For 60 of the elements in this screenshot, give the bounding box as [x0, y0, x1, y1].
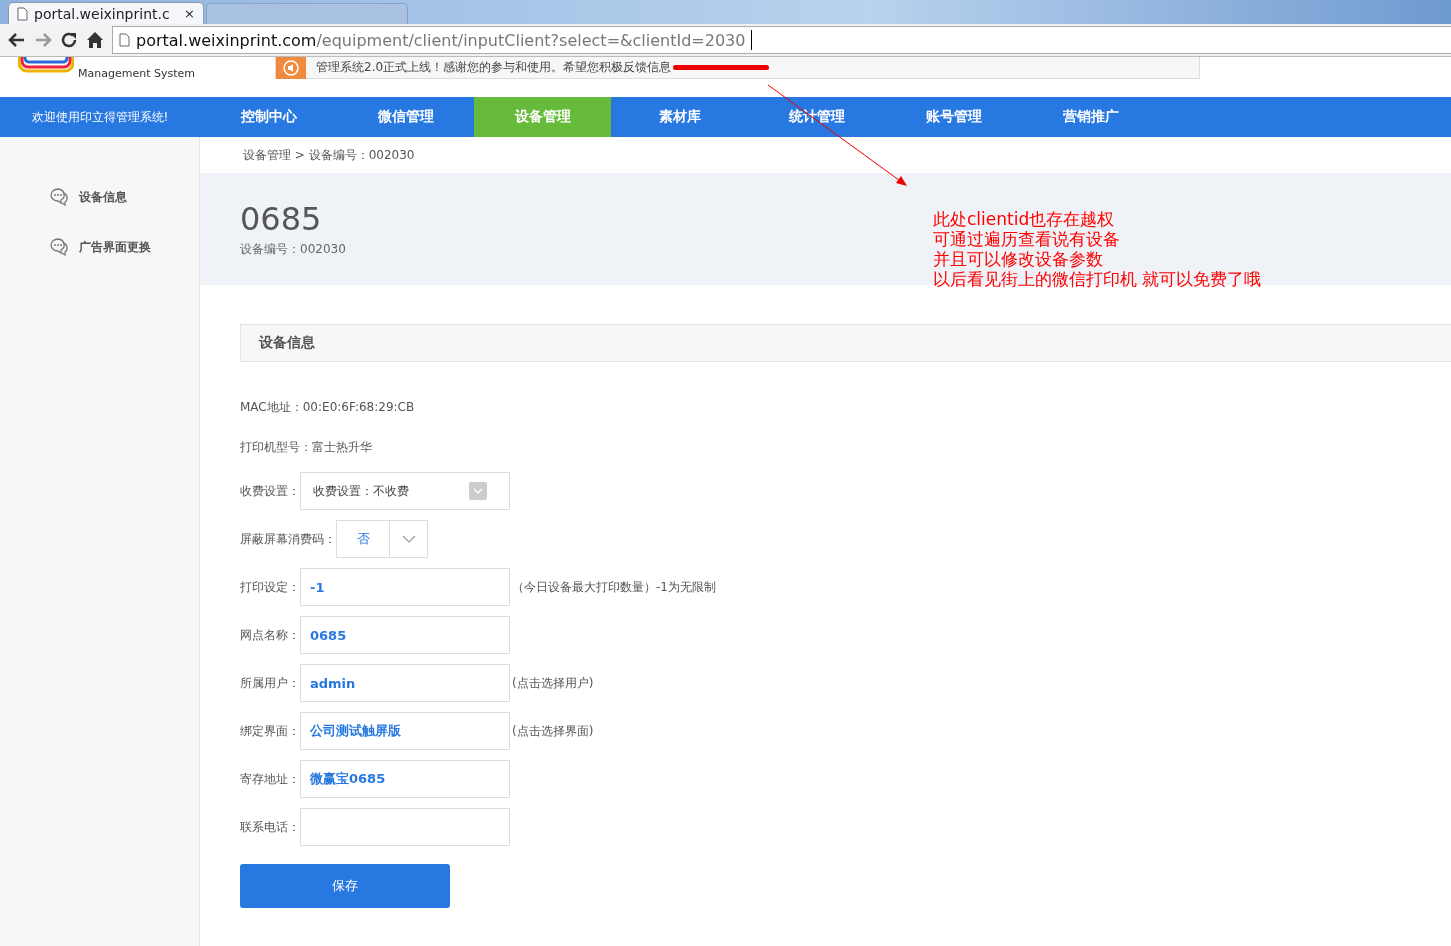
device-code: 设备编号：002030: [240, 240, 346, 258]
nav-tab[interactable]: 设备管理: [474, 97, 611, 137]
input-field[interactable]: -1: [300, 568, 510, 606]
save-button[interactable]: 保存: [240, 864, 450, 908]
field-label: 收费设置：: [240, 482, 300, 500]
logo-subtitle: Management System: [78, 67, 195, 80]
sidebar-item[interactable]: 设备信息: [0, 187, 199, 207]
speaker-icon: [283, 59, 299, 76]
input-field[interactable]: admin: [300, 664, 510, 702]
field-label: 网点名称：: [240, 626, 300, 644]
chat-icon: [49, 237, 69, 257]
home-icon[interactable]: [86, 31, 104, 49]
notice-text: 管理系统2.0正式上线！感谢您的参与和使用。希望您积极反馈信息: [316, 59, 672, 76]
field-label: 打印机型号：: [240, 438, 312, 456]
breadcrumb: 设备管理 > 设备编号：002030: [242, 146, 416, 164]
field-label: 打印设定：: [240, 578, 300, 596]
field-hint: (点击选择用户): [512, 674, 594, 692]
field-label: 寄存地址：: [240, 770, 300, 788]
url-text: portal.weixinprint.com/equipment/client/inputClient?select=&clientId=2030: [136, 30, 746, 50]
nav-tab[interactable]: 素材库: [611, 97, 748, 137]
nav-tab[interactable]: 账号管理: [885, 97, 1022, 137]
input-field[interactable]: 公司测试触屏版: [300, 712, 510, 750]
sidebar-item[interactable]: 广告界面更换: [0, 237, 199, 257]
field-hint: (点击选择界面): [512, 722, 594, 740]
input-field[interactable]: 0685: [300, 616, 510, 654]
page-icon: [17, 6, 28, 21]
input-field[interactable]: [300, 808, 510, 846]
tab-title: portal.weixinprint.c: [34, 5, 171, 22]
annotation-text: 以后看见街上的微信打印机 就可以免费了哦: [933, 269, 1262, 289]
field-hint: （今日设备最大打印数量）-1为无限制: [512, 578, 716, 596]
logo-icon: [18, 57, 74, 75]
browser-tab[interactable]: portal.weixinprint.c ×: [8, 2, 204, 24]
address-bar[interactable]: portal.weixinprint.com/equipment/client/inputClient?select=&clientId=2030: [112, 26, 1451, 54]
forward-icon[interactable]: [34, 32, 52, 48]
page-icon: [119, 33, 130, 47]
nav-tab[interactable]: 微信管理: [337, 97, 474, 137]
reload-icon[interactable]: [60, 31, 78, 49]
field-label: 屏蔽屏幕消费码：: [240, 530, 336, 548]
field-label: 联系电话：: [240, 818, 300, 836]
nav-tab[interactable]: 控制中心: [200, 97, 337, 137]
back-icon[interactable]: [8, 32, 26, 48]
select-field[interactable]: 收费设置：不收费: [300, 472, 510, 510]
field-label: MAC地址：: [240, 398, 303, 416]
field-value: 00:E0:6F:68:29:CB: [302, 400, 415, 414]
close-tab-button[interactable]: ×: [184, 6, 195, 21]
field-label: 绑定界面：: [240, 722, 300, 740]
chat-icon: [49, 187, 69, 207]
field-label: 所属用户：: [240, 674, 300, 692]
welcome-text: 欢迎使用印立得管理系统!: [30, 108, 170, 126]
nav-tab[interactable]: 营销推广: [1022, 97, 1159, 137]
chevron-down-icon: [469, 482, 487, 500]
annotation-text: 并且可以修改设备参数: [933, 249, 1104, 269]
annotation-text: 此处clientid也存在越权: [933, 209, 1116, 229]
annotation-text: 可通过遍历查看说有设备: [933, 229, 1121, 249]
field-value: 富士热升华: [312, 438, 372, 456]
dropdown-field[interactable]: 否: [336, 520, 428, 558]
input-field[interactable]: 微赢宝0685: [300, 760, 510, 798]
section-header: 设备信息: [240, 324, 1451, 362]
chevron-down-icon: [401, 535, 416, 543]
device-name: 0685: [240, 200, 322, 237]
